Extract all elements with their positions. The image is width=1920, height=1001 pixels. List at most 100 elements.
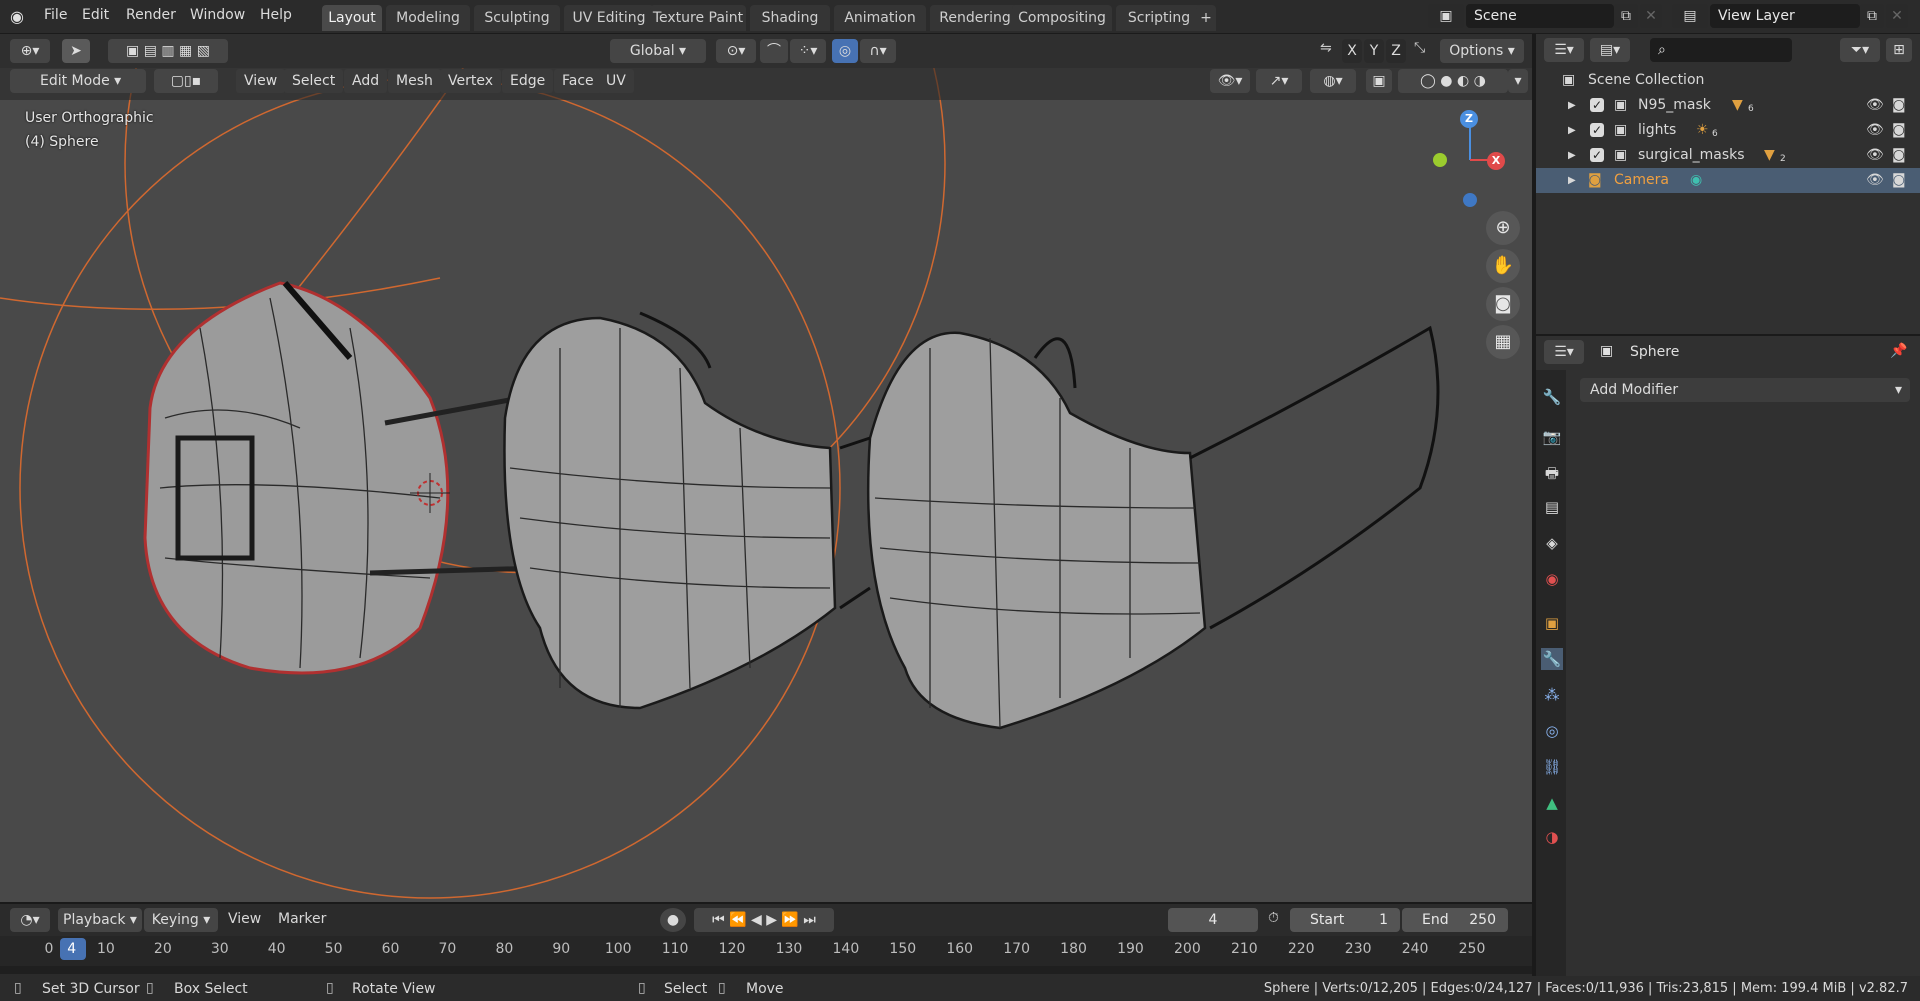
- filter-icon[interactable]: ⏷▾: [1840, 38, 1880, 62]
- playback-dropdown[interactable]: Playback ▾: [58, 908, 142, 932]
- menu-face[interactable]: Face: [554, 69, 602, 93]
- falloff-icon[interactable]: ∩▾: [860, 39, 896, 63]
- exclude-checkbox[interactable]: ✓: [1590, 148, 1604, 162]
- 3d-viewport[interactable]: [0, 68, 1532, 902]
- axis-y-toggle[interactable]: Y: [1364, 39, 1384, 63]
- mirror-icon[interactable]: ⇋: [1320, 40, 1332, 56]
- options-dropdown[interactable]: Options ▾: [1440, 39, 1524, 63]
- tab-sculpting[interactable]: Sculpting: [474, 5, 560, 31]
- menu-add[interactable]: Add: [344, 69, 388, 93]
- output-tab-icon[interactable]: 🖶: [1541, 462, 1563, 484]
- zoom-icon[interactable]: ⊕: [1486, 211, 1520, 245]
- playback-controls[interactable]: ⏮ ⏪ ◀ ▶ ⏩ ⏭: [694, 908, 834, 932]
- render-camera-icon[interactable]: ◙: [1892, 93, 1906, 118]
- visibility-icon[interactable]: 👁▾: [1210, 69, 1250, 93]
- pin-icon[interactable]: 📌: [1890, 343, 1907, 359]
- menu-edit[interactable]: Edit: [82, 7, 109, 23]
- visibility-eye-icon[interactable]: 👁: [1866, 93, 1884, 118]
- render-tab-icon[interactable]: 📷: [1541, 426, 1563, 448]
- particles-tab-icon[interactable]: ⁂: [1541, 684, 1563, 706]
- shading-options-icon[interactable]: ▾: [1508, 69, 1528, 93]
- transform-orientation-dropdown[interactable]: Global ▾: [610, 39, 706, 63]
- selection-mode-icons[interactable]: ▣ ▤ ▥ ▦ ▧: [108, 39, 228, 63]
- x-axis-label[interactable]: X: [1487, 152, 1505, 170]
- object-tab-icon[interactable]: ▣: [1541, 612, 1563, 634]
- visibility-eye-icon[interactable]: 👁: [1866, 168, 1884, 193]
- menu-file[interactable]: File: [44, 7, 67, 23]
- modifier-tab-icon[interactable]: 🔧: [1541, 648, 1563, 670]
- menu-help[interactable]: Help: [260, 7, 292, 23]
- start-frame-field[interactable]: Start 1: [1290, 908, 1400, 932]
- outliner-scene-collection[interactable]: ▣ Scene Collection: [1536, 68, 1920, 93]
- menu-window[interactable]: Window: [190, 7, 245, 23]
- snap-icon[interactable]: ⌒: [760, 39, 788, 63]
- z-axis-label[interactable]: Z: [1460, 110, 1478, 128]
- menu-render[interactable]: Render: [126, 7, 176, 23]
- add-workspace-button[interactable]: +: [1196, 5, 1216, 31]
- timeline-scrollbar[interactable]: [0, 966, 1532, 974]
- scene-browse-icon[interactable]: ▣: [1428, 4, 1464, 28]
- overlay-toggle-icon[interactable]: ◍▾: [1310, 69, 1356, 93]
- data-tab-icon[interactable]: ▲: [1541, 792, 1563, 814]
- view-layer-remove-icon[interactable]: ✕: [1886, 4, 1908, 28]
- menu-select[interactable]: Select: [284, 69, 344, 93]
- tab-texture-paint[interactable]: Texture Paint: [650, 5, 746, 31]
- outliner-item-camera[interactable]: ▶ ◙ Camera ◉ 👁 ◙: [1536, 168, 1920, 193]
- expand-icon[interactable]: ▶: [1568, 168, 1576, 193]
- pivot-point-icon[interactable]: ⊙▾: [716, 39, 756, 63]
- current-frame-field[interactable]: 4: [1168, 908, 1258, 932]
- outliner-item-surgical-masks[interactable]: ▶ ✓ ▣ surgical_masks ▼ 2 👁 ◙: [1536, 143, 1920, 168]
- record-icon[interactable]: ●: [660, 908, 686, 932]
- view-layer-browse-icon[interactable]: ▤: [1672, 4, 1708, 28]
- blender-logo-icon[interactable]: ◉: [10, 7, 32, 27]
- mode-dropdown[interactable]: Edit Mode ▾: [10, 69, 146, 93]
- scene-name-field[interactable]: Scene: [1466, 4, 1614, 28]
- tab-modeling[interactable]: Modeling: [386, 5, 470, 31]
- display-mode-icon[interactable]: ▤▾: [1590, 38, 1630, 62]
- outliner-editor-type-icon[interactable]: ☰▾: [1544, 38, 1584, 62]
- menu-uv[interactable]: UV: [598, 69, 634, 93]
- tab-uv-editing[interactable]: UV Editing: [564, 5, 654, 31]
- expand-icon[interactable]: ▶: [1568, 143, 1576, 168]
- select-mode-icons[interactable]: ▢▯▪: [154, 69, 218, 93]
- pan-hand-icon[interactable]: ✋: [1486, 249, 1520, 283]
- tab-shading[interactable]: Shading: [750, 5, 830, 31]
- timeline-editor-type-icon[interactable]: ◔▾: [10, 908, 50, 932]
- stopwatch-icon[interactable]: ⏱: [1268, 910, 1279, 926]
- expand-icon[interactable]: ▶: [1568, 118, 1576, 143]
- scene-remove-icon[interactable]: ✕: [1640, 4, 1662, 28]
- xray-toggle-icon[interactable]: ▣: [1366, 69, 1392, 93]
- timeline-marker-menu[interactable]: Marker: [278, 911, 326, 927]
- new-collection-icon[interactable]: ⊞: [1886, 38, 1912, 62]
- menu-vertex[interactable]: Vertex: [440, 69, 502, 93]
- shading-mode-icons[interactable]: ◯ ● ◐ ◑: [1398, 69, 1508, 93]
- scene-copy-icon[interactable]: ⧉: [1614, 4, 1638, 28]
- gizmo-toggle-icon[interactable]: ↗▾: [1256, 69, 1302, 93]
- select-tool-icon[interactable]: ➤: [62, 39, 90, 63]
- exclude-checkbox[interactable]: ✓: [1590, 123, 1604, 137]
- outliner-item-n95-mask[interactable]: ▶ ✓ ▣ N95_mask ▼ 6 👁 ◙: [1536, 93, 1920, 118]
- exclude-checkbox[interactable]: ✓: [1590, 98, 1604, 112]
- menu-view[interactable]: View: [236, 69, 286, 93]
- camera-view-icon[interactable]: ◙: [1486, 287, 1520, 321]
- material-tab-icon[interactable]: ◑: [1541, 826, 1563, 848]
- grid-toggle-icon[interactable]: ▦: [1486, 325, 1520, 359]
- outliner-search-input[interactable]: ⌕: [1650, 38, 1792, 62]
- tab-rendering[interactable]: Rendering: [930, 5, 1020, 31]
- world-tab-icon[interactable]: ◉: [1541, 568, 1563, 590]
- physics-tab-icon[interactable]: ◎: [1541, 720, 1563, 742]
- constraints-tab-icon[interactable]: ⛓: [1541, 756, 1563, 778]
- proportional-edit-icon[interactable]: ◎: [832, 39, 858, 63]
- end-frame-field[interactable]: End 250: [1402, 908, 1508, 932]
- view-layer-name-field[interactable]: View Layer: [1710, 4, 1860, 28]
- outliner-item-lights[interactable]: ▶ ✓ ▣ lights ☀ 6 👁 ◙: [1536, 118, 1920, 143]
- visibility-eye-icon[interactable]: 👁: [1866, 143, 1884, 168]
- menu-mesh[interactable]: Mesh: [388, 69, 441, 93]
- menu-edge[interactable]: Edge: [502, 69, 554, 93]
- tool-tab-icon[interactable]: 🔧: [1541, 386, 1563, 408]
- visibility-eye-icon[interactable]: 👁: [1866, 118, 1884, 143]
- render-camera-icon[interactable]: ◙: [1892, 168, 1906, 193]
- render-camera-icon[interactable]: ◙: [1892, 118, 1906, 143]
- render-camera-icon[interactable]: ◙: [1892, 143, 1906, 168]
- tab-layout[interactable]: Layout: [322, 5, 382, 31]
